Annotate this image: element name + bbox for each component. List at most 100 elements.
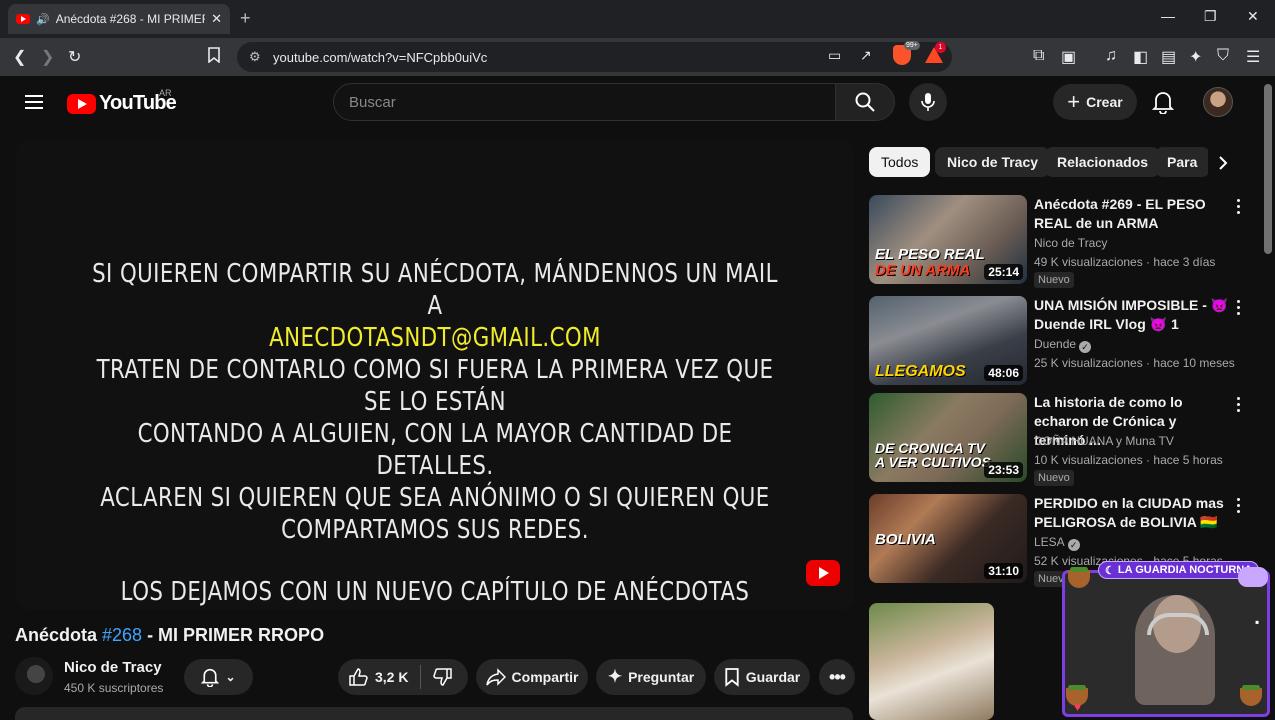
like-count: 3,2 K bbox=[375, 669, 409, 685]
video-title[interactable]: Anécdota #269 - EL PESO REAL de un ARMA bbox=[1034, 195, 1231, 233]
bookmark-icon[interactable] bbox=[207, 47, 221, 68]
notifications-bell-icon[interactable] bbox=[1151, 90, 1175, 119]
description-box[interactable] bbox=[15, 707, 853, 720]
headphones-icon bbox=[1147, 613, 1209, 635]
more-vert-icon[interactable] bbox=[1232, 498, 1244, 513]
list-item[interactable]: DE CRONICA TV A VER CULTIVOS 23:53 La hi… bbox=[869, 393, 1259, 486]
share-button[interactable]: Compartir bbox=[476, 659, 588, 695]
channel-name[interactable]: DOÑA HUANA y Muna TV bbox=[1034, 434, 1174, 448]
chevron-right-icon[interactable] bbox=[1208, 150, 1238, 176]
thumbnail-caption: DE UN ARMA bbox=[875, 262, 971, 279]
hashtag-link[interactable]: #268 bbox=[102, 625, 142, 645]
list-item[interactable]: LLEGAMOS 48:06 UNA MISIÓN IMPOSIBLE - 👿 … bbox=[869, 296, 1259, 388]
verified-icon: ✓ bbox=[1067, 539, 1080, 551]
webcam-overlay bbox=[1062, 570, 1270, 717]
close-tab-icon[interactable]: ✕ bbox=[211, 11, 222, 27]
microphone-icon bbox=[921, 93, 935, 111]
address-bar[interactable]: ⚙ youtube.com/watch?v=NFCpbb0uiVc bbox=[237, 42, 952, 72]
channel-name-text: LESA bbox=[1034, 535, 1065, 549]
media-icon[interactable]: ♫ bbox=[1105, 47, 1117, 65]
like-button[interactable]: 3,2 K bbox=[348, 665, 422, 689]
url-text: youtube.com/watch?v=NFCpbb0uiVc bbox=[273, 49, 488, 65]
browser-tab-strip: 🔊 Anécdota #268 - MI PRIMER R ✕ + — ❐ ✕ bbox=[0, 0, 1275, 38]
chip-related[interactable]: Relacionados bbox=[1045, 147, 1161, 177]
list-item[interactable]: EL PESO REAL DE UN ARMA 25:14 Anécdota #… bbox=[869, 195, 1259, 288]
video-player[interactable]: SI QUIEREN COMPARTIR SU ANÉCDOTA, MÁNDEN… bbox=[16, 140, 854, 610]
video-title[interactable]: UNA MISIÓN IMPOSIBLE - 👿 Duende IRL Vlog… bbox=[1034, 296, 1231, 334]
reload-icon[interactable]: ↻ bbox=[68, 47, 81, 67]
channel-name[interactable]: Nico de Tracy bbox=[1034, 236, 1107, 250]
chip-todos[interactable]: Todos bbox=[869, 147, 931, 177]
chip-channel[interactable]: Nico de Tracy bbox=[935, 147, 1051, 177]
leo-ai-icon[interactable]: ✦ bbox=[1189, 47, 1202, 67]
video-thumbnail[interactable]: EL PESO REAL DE UN ARMA 25:14 bbox=[869, 195, 1027, 284]
rewards-badge: 1 bbox=[935, 42, 946, 53]
video-text-line: LOS DEJAMOS CON UN NUEVO CAPÍTULO DE ANÉ… bbox=[120, 577, 750, 607]
audio-playing-icon[interactable]: 🔊 bbox=[36, 13, 50, 26]
save-button[interactable]: Guardar bbox=[714, 659, 810, 695]
more-vert-icon[interactable] bbox=[1232, 300, 1244, 315]
chip-para[interactable]: Para bbox=[1155, 147, 1210, 177]
minimize-icon[interactable]: — bbox=[1161, 8, 1175, 24]
video-text-line: TRATEN DE CONTARLO COMO SI FUERA LA PRIM… bbox=[96, 355, 774, 417]
share-icon bbox=[485, 668, 506, 686]
video-meta: 10 K visualizaciones · hace 5 horas bbox=[1034, 453, 1223, 467]
video-meta: 49 K visualizaciones · hace 3 días bbox=[1034, 255, 1216, 269]
video-thumbnail[interactable]: LLEGAMOS 48:06 bbox=[869, 296, 1027, 385]
more-actions-button[interactable]: ••• bbox=[819, 659, 855, 695]
video-title[interactable]: PERDIDO en la CIUDAD mas PELIGROSA de BO… bbox=[1034, 494, 1231, 532]
save-icon bbox=[725, 668, 739, 687]
video-title: Anécdota #268 - MI PRIMER RROPO bbox=[15, 625, 324, 646]
more-vert-icon[interactable] bbox=[1232, 397, 1244, 412]
new-tab-icon[interactable]: + bbox=[240, 8, 251, 29]
page-scrollbar[interactable] bbox=[1264, 84, 1272, 254]
voice-search-button[interactable] bbox=[909, 83, 947, 121]
create-button[interactable]: + Crear bbox=[1053, 84, 1137, 120]
create-label: Crear bbox=[1086, 94, 1123, 110]
forward-icon[interactable]: ❯ bbox=[41, 47, 54, 67]
duration-badge: 25:14 bbox=[984, 264, 1023, 280]
video-thumbnail[interactable]: DE CRONICA TV A VER CULTIVOS 23:53 bbox=[869, 393, 1027, 482]
new-badge: Nuevo bbox=[1034, 272, 1074, 288]
guide-menu-icon[interactable] bbox=[25, 95, 43, 109]
wallet-icon[interactable]: ▣ bbox=[1061, 47, 1076, 67]
site-settings-icon[interactable]: ⚙ bbox=[249, 49, 261, 65]
youtube-favicon-icon bbox=[16, 14, 30, 24]
channel-avatar[interactable] bbox=[15, 657, 53, 695]
video-text-line: COMPARTAMOS SUS REDES. bbox=[281, 515, 589, 545]
video-thumbnail[interactable]: BOLIVIA 31:10 bbox=[869, 494, 1027, 583]
account-avatar[interactable] bbox=[1203, 87, 1233, 117]
back-icon[interactable]: ❮ bbox=[13, 47, 26, 67]
cast-icon[interactable]: ▭ bbox=[828, 47, 841, 64]
search-icon bbox=[855, 92, 875, 112]
window-close-icon[interactable]: ✕ bbox=[1247, 8, 1259, 25]
duration-badge: 23:53 bbox=[984, 462, 1023, 478]
browser-tab[interactable]: 🔊 Anécdota #268 - MI PRIMER R ✕ bbox=[8, 4, 230, 34]
channel-name[interactable]: Nico de Tracy bbox=[64, 659, 162, 676]
ask-button[interactable]: ✦ Preguntar bbox=[596, 659, 706, 695]
bell-icon bbox=[201, 668, 220, 687]
video-thumbnail[interactable] bbox=[869, 603, 994, 720]
chat-bubble-icon: ▪ bbox=[1255, 615, 1260, 629]
duration-badge: 31:10 bbox=[984, 563, 1023, 579]
dislike-button[interactable] bbox=[421, 667, 453, 687]
vpn-icon[interactable]: ⛉ bbox=[1217, 47, 1229, 65]
youtube-watermark-icon bbox=[806, 560, 840, 586]
thumbs-up-icon bbox=[349, 668, 368, 686]
plus-icon: + bbox=[1067, 89, 1081, 114]
share-page-icon[interactable]: ↗ bbox=[860, 47, 872, 64]
search-input[interactable]: Buscar bbox=[333, 83, 836, 121]
sidebar-toggle-icon[interactable]: ◧ bbox=[1133, 47, 1148, 67]
restore-icon[interactable]: ❐ bbox=[1204, 8, 1217, 25]
crypto-wallet-icon[interactable]: ▤ bbox=[1161, 47, 1176, 67]
thumbnail-caption: LLEGAMOS bbox=[875, 363, 966, 380]
extensions-icon[interactable]: ⧉ bbox=[1033, 47, 1044, 65]
subscription-bell-button[interactable]: ⌄ bbox=[184, 659, 253, 695]
more-vert-icon[interactable] bbox=[1232, 199, 1244, 214]
youtube-logo[interactable]: YouTube AR bbox=[67, 88, 177, 115]
channel-name[interactable]: LESA ✓ bbox=[1034, 535, 1080, 551]
search-button[interactable] bbox=[835, 83, 895, 121]
channel-name[interactable]: Duende ✓ bbox=[1034, 337, 1092, 353]
menu-icon[interactable]: ☰ bbox=[1246, 47, 1260, 67]
thumbnail-caption: EL PESO REAL bbox=[875, 246, 985, 263]
